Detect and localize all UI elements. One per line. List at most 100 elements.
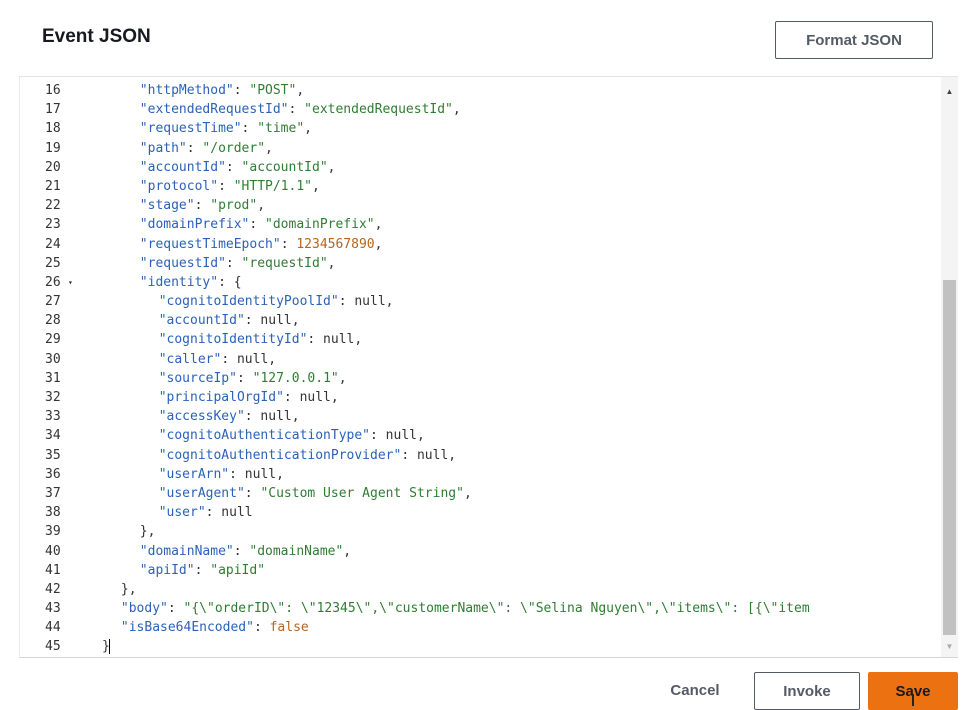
json-punctuation: },	[120, 581, 137, 597]
json-boolean: false	[269, 620, 309, 636]
line-number: 41	[45, 562, 61, 578]
invoke-button[interactable]: Invoke	[754, 672, 860, 710]
event-json-dialog: Event JSON Format JSON 16 "httpMethod": "…	[0, 0, 975, 710]
code-text: }	[102, 637, 110, 656]
code-line: 28 "accountId": null,	[20, 311, 940, 330]
line-number: 34	[45, 428, 61, 444]
json-key: "httpMethod"	[139, 83, 234, 98]
json-punctuation: : null,	[401, 447, 457, 463]
line-number: 42	[45, 581, 61, 597]
line-number: 17	[45, 102, 61, 118]
code-line: 17 "extendedRequestId": "extendedRequestI…	[20, 100, 940, 119]
json-key: "stage"	[139, 198, 195, 214]
code-text: "domainPrefix": "domainPrefix",	[140, 215, 383, 234]
code-text: "accessKey": null,	[159, 407, 300, 426]
code-text: "domainName": "domainName",	[140, 542, 351, 561]
code-text: "isBase64Encoded": false	[121, 618, 309, 637]
code-text: "path": "/order",	[140, 139, 273, 158]
json-string: "Custom User Agent String"	[260, 485, 464, 501]
json-key: "isBase64Encoded"	[120, 620, 254, 636]
code-line: 16 "httpMethod": "POST",	[20, 81, 940, 100]
json-punctuation: :	[225, 255, 242, 271]
code-text: "cognitoIdentityId": null,	[159, 330, 363, 349]
code-line: 38 "user": null	[20, 503, 940, 522]
code-text: "cognitoAuthenticationType": null,	[159, 426, 425, 445]
code-line: 34 "cognitoAuthenticationType": null,	[20, 426, 940, 445]
json-punctuation: :	[218, 178, 234, 194]
line-number: 18	[45, 121, 61, 137]
code-line: 41 "apiId": "apiId"	[20, 561, 940, 580]
code-text: "accountId": "accountId",	[140, 158, 336, 177]
json-key: "userAgent"	[158, 485, 245, 501]
code-text: "extendedRequestId": "extendedRequestId"…	[140, 100, 461, 119]
json-punctuation: : {	[218, 274, 242, 290]
json-code-editor[interactable]: 16 "httpMethod": "POST", 17 "extendedReques…	[19, 76, 958, 658]
json-punctuation: ,	[312, 178, 320, 194]
json-punctuation: : null,	[244, 409, 300, 425]
line-number: 31	[45, 370, 61, 386]
json-punctuation: ,	[374, 217, 383, 233]
json-punctuation: :	[233, 83, 250, 98]
line-number: 27	[45, 294, 61, 310]
json-string: "prod"	[210, 198, 258, 214]
line-number: 40	[45, 543, 61, 559]
json-punctuation: : null,	[370, 428, 425, 444]
json-punctuation: :	[225, 159, 242, 175]
dialog-header: Event JSON Format JSON	[0, 0, 975, 76]
code-text: },	[140, 522, 156, 541]
json-punctuation: ,	[463, 485, 472, 501]
format-json-button[interactable]: Format JSON	[775, 21, 933, 59]
code-line: 31 "sourceIp": "127.0.0.1",	[20, 369, 940, 388]
json-punctuation: ,	[296, 83, 305, 98]
line-number: 24	[45, 236, 61, 252]
code-line: 44 "isBase64Encoded": false	[20, 618, 940, 637]
fold-toggle-icon[interactable]: ▾	[68, 273, 73, 292]
code-text: "identity": {	[140, 273, 242, 292]
line-number: 25	[45, 255, 61, 271]
json-punctuation: :	[233, 543, 250, 559]
json-key: "caller"	[158, 351, 222, 367]
json-punctuation: ,	[343, 543, 352, 559]
code-line: 37 "userAgent": "Custom User Agent String…	[20, 484, 940, 503]
text-caret	[108, 639, 110, 655]
json-string: "domainName"	[249, 543, 344, 559]
json-string: "time"	[257, 121, 305, 137]
json-key: "sourceIp"	[158, 370, 237, 386]
code-text: "stage": "prod",	[140, 196, 265, 215]
vertical-scrollbar[interactable]: ▲ ▼	[941, 77, 958, 657]
json-punctuation: :	[249, 217, 266, 233]
json-punctuation: :	[244, 485, 261, 501]
code-line: 26 ▾ "identity": {	[20, 273, 940, 292]
json-key: "user"	[158, 505, 206, 521]
json-punctuation: : null,	[307, 332, 363, 348]
cancel-button[interactable]: Cancel	[650, 672, 740, 708]
json-punctuation: ,	[338, 370, 347, 386]
json-number: 1234567890	[296, 236, 375, 252]
json-string: "accountId"	[241, 159, 328, 175]
code-text: "caller": null,	[159, 350, 276, 369]
json-key: "apiId"	[139, 562, 195, 578]
json-key: "path"	[139, 140, 187, 156]
scroll-up-icon[interactable]: ▲	[941, 83, 958, 100]
code-line: 42},	[20, 580, 940, 599]
json-key: "requestId"	[139, 255, 226, 271]
code-text: "body": "{\"orderID\": \"12345\",\"custo…	[121, 599, 810, 618]
scrollbar-thumb[interactable]	[943, 280, 956, 635]
code-text: "requestTimeEpoch": 1234567890,	[140, 235, 383, 254]
json-punctuation: :	[236, 370, 253, 386]
code-line: 35 "cognitoAuthenticationProvider": null,	[20, 446, 940, 465]
code-text: "user": null	[159, 503, 253, 522]
json-punctuation: :	[194, 198, 211, 214]
json-punctuation: ,	[265, 140, 273, 156]
json-key: "domainName"	[139, 543, 234, 559]
json-key: "body"	[120, 601, 168, 617]
json-key: "principalOrgId"	[158, 390, 284, 405]
json-key: "requestTimeEpoch"	[139, 236, 281, 252]
scroll-down-icon[interactable]: ▼	[941, 638, 958, 655]
json-key: "accountId"	[139, 159, 226, 175]
line-number: 36	[45, 466, 61, 482]
code-text: "cognitoAuthenticationProvider": null,	[159, 446, 456, 465]
line-number: 37	[45, 485, 61, 501]
code-text: "principalOrgId": null,	[159, 388, 339, 407]
line-number: 22	[45, 198, 61, 214]
